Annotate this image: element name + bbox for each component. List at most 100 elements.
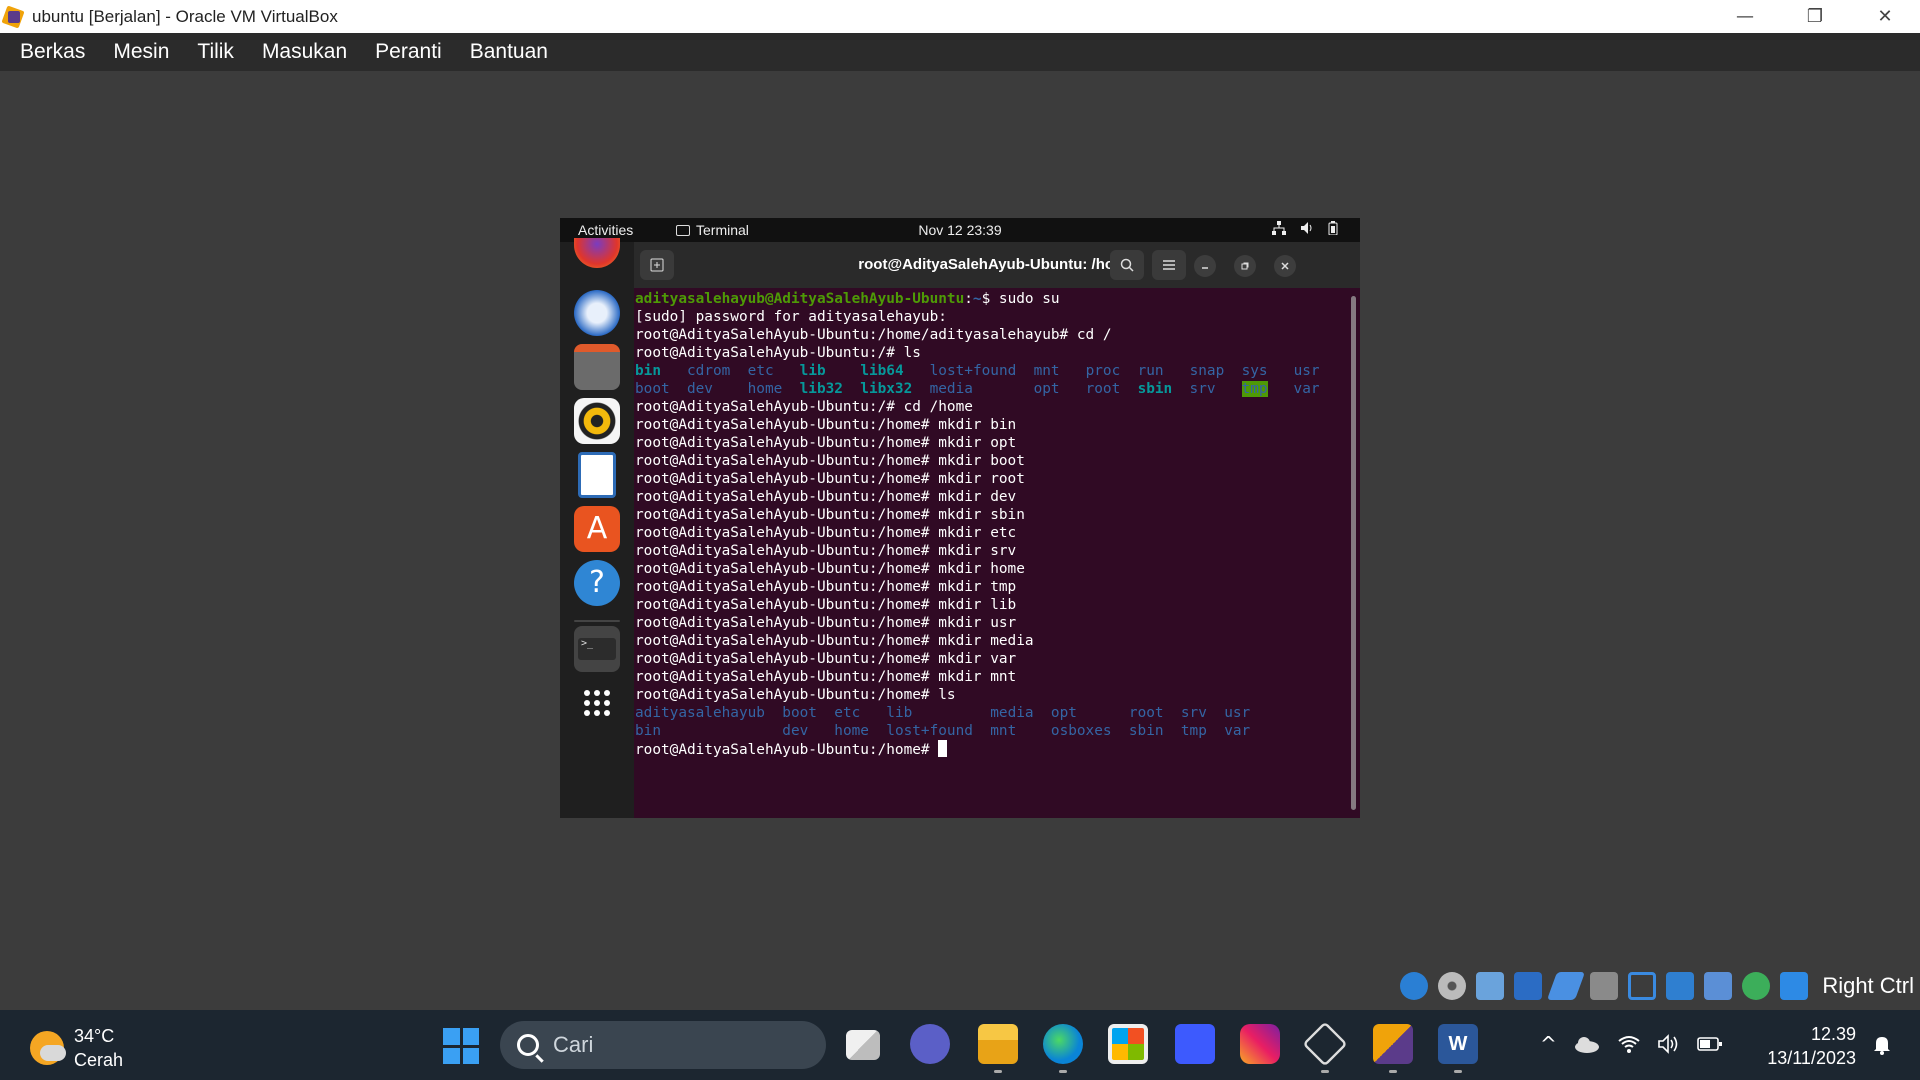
weather-temperature: 34°C [74, 1026, 115, 1046]
show-hidden-icons-button[interactable]: ^ [1540, 1032, 1557, 1056]
pen-app-icon[interactable] [1175, 1024, 1215, 1064]
optical-drive-status-icon[interactable] [1438, 972, 1467, 1000]
task-view-icon[interactable] [846, 1030, 880, 1060]
edge-browser-icon[interactable] [1043, 1024, 1083, 1064]
taskbar-clock[interactable]: 12.39 13/11/2023 [1767, 1022, 1856, 1070]
gnome-clock[interactable]: Nov 12 23:39 [560, 222, 1360, 238]
search-placeholder: Cari [553, 1032, 594, 1057]
terminal-text: bin [635, 363, 661, 379]
terminal-text: tmp [1241, 381, 1268, 397]
menu-button[interactable] [1152, 250, 1186, 280]
terminal-text: root@AdityaSalehAyub-Ubuntu:/home# [635, 742, 939, 758]
taskbar: 34°C Cerah Cari W ^ 12.39 13/11/2023 [0, 1010, 1920, 1080]
restore-icon [1241, 262, 1249, 270]
firefox-icon[interactable] [574, 238, 620, 268]
rhythmbox-icon[interactable] [574, 398, 620, 444]
virtualbox-taskbar-icon[interactable] [1373, 1024, 1413, 1064]
terminal-text: sys [1241, 363, 1268, 379]
word-icon[interactable]: W [1438, 1024, 1478, 1064]
terminal-headerbar: root@AdityaSalehAyub-Ubuntu: /home [634, 242, 1360, 288]
terminal-dock-icon[interactable]: >_ [574, 626, 620, 672]
hamburger-icon [1163, 260, 1175, 270]
keyboard-status-icon[interactable] [1780, 972, 1809, 1000]
system-status[interactable] [1272, 221, 1338, 235]
teams-chat-icon[interactable] [910, 1024, 950, 1064]
virtual-box-3d-icon[interactable] [1302, 1021, 1348, 1067]
start-button[interactable] [443, 1028, 479, 1064]
terminal-text: $ sudo su [981, 291, 1060, 307]
terminal-text: root@AdityaSalehAyub-Ubuntu:/home# mkdir… [635, 579, 1017, 595]
menu-masukan[interactable]: Masukan [262, 40, 347, 64]
terminal-text: boot [782, 705, 817, 721]
minimize-terminal-button[interactable] [1194, 255, 1216, 277]
terminal-line: root@AdityaSalehAyub-Ubuntu:/home# ls [635, 686, 1360, 704]
terminal-line: root@AdityaSalehAyub-Ubuntu:/home# mkdir… [635, 578, 1360, 596]
weather-widget[interactable]: 34°C Cerah [30, 1024, 123, 1072]
running-indicator [1321, 1070, 1329, 1073]
terminal-line: root@AdityaSalehAyub-Ubuntu:/home# [635, 740, 1360, 758]
maximize-terminal-button[interactable] [1234, 255, 1256, 277]
shared-folders-status-icon[interactable] [1590, 972, 1619, 1000]
virtualization-status-icon[interactable] [1704, 972, 1733, 1000]
terminal-text: srv [1180, 705, 1207, 721]
network-status-icon[interactable] [1514, 972, 1543, 1000]
terminal-scrollbar[interactable] [1351, 296, 1356, 810]
terminal-text: root@AdityaSalehAyub-Ubuntu:/home# mkdir… [635, 471, 1025, 487]
terminal-output[interactable]: adityasalehayub@AdityaSalehAyub-Ubuntu:~… [634, 290, 1360, 758]
notification-bell-icon[interactable] [1872, 1034, 1892, 1056]
wifi-icon[interactable] [1617, 1034, 1641, 1054]
mouse-integration-status-icon[interactable] [1742, 972, 1771, 1000]
terminal-window[interactable]: root@AdityaSalehAyub-Ubuntu: /home adity… [634, 242, 1360, 818]
thunderbird-icon[interactable] [574, 290, 620, 336]
usb-status-icon[interactable] [1547, 972, 1586, 1000]
recording-status-icon[interactable] [1666, 972, 1695, 1000]
vm-screen[interactable]: Activities Terminal Nov 12 23:39 A ? >_ [560, 218, 1360, 818]
terminal-text: libx32 [860, 381, 913, 397]
windows-logo-tile [443, 1028, 460, 1045]
onedrive-icon[interactable] [1573, 1034, 1601, 1054]
menu-peranti[interactable]: Peranti [375, 40, 442, 64]
show-apps-icon[interactable] [574, 680, 620, 726]
terminal-text: adityasalehayub [635, 705, 765, 721]
battery-icon[interactable] [1696, 1036, 1723, 1052]
minimize-button[interactable]: — [1710, 0, 1780, 33]
restore-button[interactable]: ❐ [1780, 0, 1850, 33]
microsoft-store-icon[interactable] [1108, 1024, 1148, 1064]
instagram-icon[interactable] [1240, 1024, 1280, 1064]
libreoffice-writer-icon[interactable] [578, 452, 616, 498]
display-status-icon[interactable] [1628, 972, 1657, 1000]
terminal-text: root@AdityaSalehAyub-Ubuntu:/# cd /home [635, 399, 973, 415]
terminal-line: root@AdityaSalehAyub-Ubuntu:/home# mkdir… [635, 488, 1360, 506]
search-icon [517, 1034, 539, 1056]
taskbar-search[interactable]: Cari [500, 1021, 826, 1069]
menu-berkas[interactable]: Berkas [20, 40, 85, 64]
search-button[interactable] [1110, 250, 1144, 280]
terminal-text: usr [1293, 363, 1320, 379]
close-button[interactable]: ✕ [1850, 0, 1920, 33]
menu-bantuan[interactable]: Bantuan [470, 40, 548, 64]
audio-status-icon[interactable] [1476, 972, 1505, 1000]
close-terminal-button[interactable] [1274, 255, 1296, 277]
menu-tilik[interactable]: Tilik [197, 40, 234, 64]
ubuntu-software-icon[interactable]: A [574, 506, 620, 552]
menu-mesin[interactable]: Mesin [113, 40, 169, 64]
terminal-text: lib64 [860, 363, 904, 379]
files-icon[interactable] [574, 344, 620, 390]
terminal-text: snap [1189, 363, 1225, 379]
terminal-text: [sudo] password for adityasalehayub: [635, 309, 947, 325]
file-explorer-icon[interactable] [978, 1024, 1018, 1064]
terminal-cursor [938, 740, 948, 757]
window-titlebar: ubuntu [Berjalan] - Oracle VM VirtualBox… [0, 0, 1920, 33]
hard-disk-status-icon[interactable] [1400, 972, 1429, 1000]
speaker-icon[interactable] [1657, 1034, 1681, 1054]
help-icon[interactable]: ? [574, 560, 620, 606]
